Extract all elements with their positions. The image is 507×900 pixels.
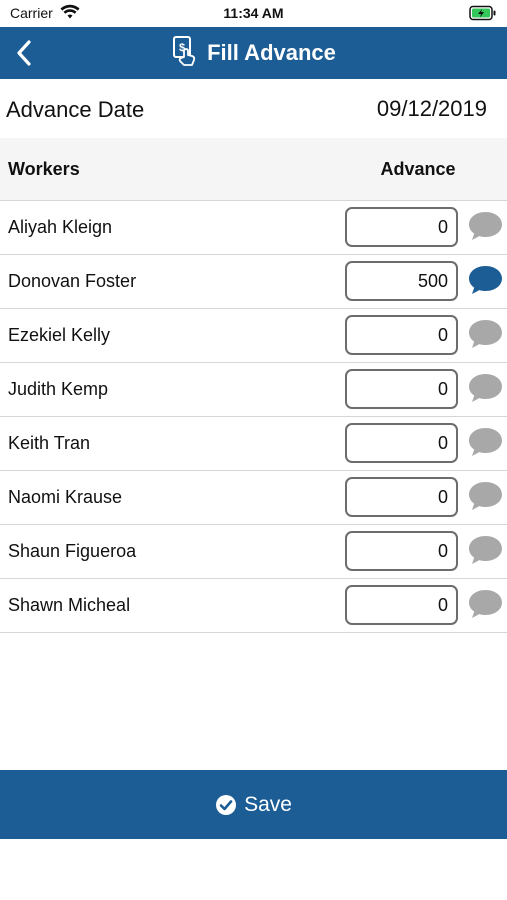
comment-icon[interactable] (467, 210, 504, 242)
save-button-label: Save (244, 792, 292, 816)
comment-icon[interactable] (467, 426, 504, 458)
page-title: Fill Advance (207, 40, 336, 65)
advance-input[interactable] (345, 315, 458, 355)
advance-input[interactable] (345, 369, 458, 409)
worker-name: Keith Tran (8, 433, 91, 453)
nav-title-group: $ Fill Advance (0, 27, 507, 79)
advance-column-header: Advance (380, 159, 456, 179)
worker-name: Ezekiel Kelly (8, 325, 111, 345)
worker-name: Judith Kemp (8, 379, 109, 399)
advance-input[interactable] (345, 207, 458, 247)
worker-name: Shaun Figueroa (8, 541, 137, 561)
worker-row: Judith Kemp (0, 363, 507, 417)
comment-icon[interactable] (467, 264, 504, 296)
worker-name: Donovan Foster (8, 271, 137, 291)
worker-row: Shaun Figueroa (0, 525, 507, 579)
worker-row: Ezekiel Kelly (0, 309, 507, 363)
check-circle-icon (216, 794, 237, 815)
advance-date-value[interactable]: 09/12/2019 (377, 96, 487, 122)
advance-input[interactable] (345, 585, 458, 625)
comment-icon[interactable] (467, 372, 504, 404)
worker-list: Aliyah Kleign Donovan Foster Ezekiel Kel… (0, 201, 507, 633)
worker-row: Donovan Foster (0, 255, 507, 309)
worker-row: Keith Tran (0, 417, 507, 471)
hand-money-icon: $ (173, 36, 196, 66)
advance-input[interactable] (345, 477, 458, 517)
advance-input[interactable] (345, 261, 458, 301)
comment-icon[interactable] (467, 480, 504, 512)
worker-name: Aliyah Kleign (8, 217, 113, 237)
navigation-bar: $ Fill Advance (0, 27, 507, 79)
advance-date-row[interactable]: Advance Date 09/12/2019 (0, 80, 507, 138)
status-bar: Carrier 11:34 AM (0, 0, 507, 27)
worker-row: Shawn Micheal (0, 579, 507, 633)
table-header: Workers Advance (0, 138, 507, 201)
workers-column-header: Workers (8, 159, 80, 179)
worker-row: Naomi Krause (0, 471, 507, 525)
advance-date-label: Advance Date (6, 97, 145, 122)
comment-icon[interactable] (467, 318, 504, 350)
advance-input[interactable] (345, 531, 458, 571)
save-button[interactable]: Save (0, 770, 507, 839)
comment-icon[interactable] (467, 588, 504, 620)
worker-name: Naomi Krause (8, 487, 123, 507)
status-time: 11:34 AM (223, 5, 284, 21)
comment-icon[interactable] (467, 534, 504, 566)
battery-charging-icon (469, 5, 497, 26)
worker-name: Shawn Micheal (8, 595, 131, 615)
advance-input[interactable] (345, 423, 458, 463)
worker-row: Aliyah Kleign (0, 201, 507, 255)
